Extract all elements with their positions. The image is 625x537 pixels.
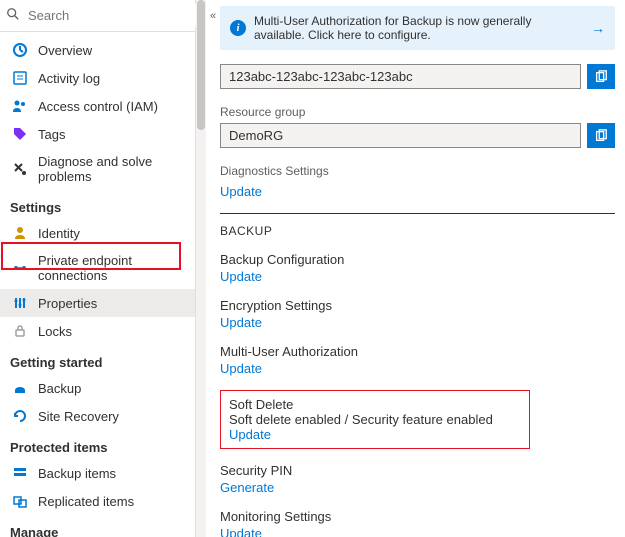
block-title: Backup Configuration [220, 252, 615, 267]
access-control-icon [12, 98, 28, 114]
sidebar-item-label: Identity [38, 226, 80, 241]
sidebar-item-label: Tags [38, 127, 65, 142]
properties-icon [12, 295, 28, 311]
sidebar-item-label: Locks [38, 324, 72, 339]
resource-id-value: 123abc-123abc-123abc-123abc [220, 64, 581, 89]
sidebar-item-diagnose[interactable]: Diagnose and solve problems [0, 148, 195, 190]
sidebar-item-label: Private endpoint connections [38, 253, 185, 283]
diagnose-icon [12, 161, 28, 177]
sidebar-item-site-recovery[interactable]: Site Recovery [0, 402, 195, 430]
sidebar-item-properties[interactable]: Properties [0, 289, 195, 317]
resource-group-label: Resource group [220, 105, 615, 119]
main-content: i Multi-User Authorization for Backup is… [206, 0, 625, 537]
copy-rg-button[interactable] [587, 123, 615, 148]
block-title: Encryption Settings [220, 298, 615, 313]
scrollbar-thumb[interactable] [197, 0, 205, 130]
sidebar-item-activity-log[interactable]: Activity log [0, 64, 195, 92]
encryption-update-link[interactable]: Update [220, 315, 262, 330]
search-row: « [0, 0, 195, 32]
sidebar-item-label: Backup items [38, 466, 116, 481]
sidebar-item-private-endpoint[interactable]: Private endpoint connections [0, 247, 195, 289]
backup-section-header: BACKUP [220, 224, 615, 238]
backup-configuration-update-link[interactable]: Update [220, 269, 262, 284]
copy-id-button[interactable] [587, 64, 615, 89]
search-icon [6, 7, 20, 24]
group-header-getting-started: Getting started [0, 345, 195, 374]
soft-delete-desc: Soft delete enabled / Security feature e… [229, 412, 493, 427]
info-icon: i [230, 20, 246, 36]
identity-icon [12, 225, 28, 241]
endpoint-icon [12, 260, 28, 276]
info-banner[interactable]: i Multi-User Authorization for Backup is… [220, 6, 615, 50]
diagnostics-update-link[interactable]: Update [220, 184, 262, 199]
resource-group-value: DemoRG [220, 123, 581, 148]
sidebar-item-replicated-items[interactable]: Replicated items [0, 487, 195, 515]
backup-configuration-block: Backup Configuration Update [220, 252, 615, 284]
sidebar-item-overview[interactable]: Overview [0, 36, 195, 64]
nav-list: Overview Activity log Access control (IA… [0, 32, 195, 537]
locks-icon [12, 323, 28, 339]
sidebar-item-label: Properties [38, 296, 97, 311]
overview-icon [12, 42, 28, 58]
sidebar-item-label: Replicated items [38, 494, 134, 509]
sidebar-scrollbar[interactable] [196, 0, 206, 537]
encryption-settings-block: Encryption Settings Update [220, 298, 615, 330]
sidebar-item-label: Backup [38, 381, 81, 396]
banner-text: Multi-User Authorization for Backup is n… [254, 14, 583, 42]
group-header-manage: Manage [0, 515, 195, 537]
sidebar-item-access-control[interactable]: Access control (IAM) [0, 92, 195, 120]
sidebar-item-tags[interactable]: Tags [0, 120, 195, 148]
section-divider [220, 213, 615, 214]
sidebar-item-label: Access control (IAM) [38, 99, 158, 114]
tags-icon [12, 126, 28, 142]
sidebar-item-backup-items[interactable]: Backup items [0, 459, 195, 487]
arrow-right-icon: → [591, 20, 605, 36]
sidebar-item-label: Diagnose and solve problems [38, 154, 185, 184]
copy-icon [594, 129, 608, 143]
diagnostics-settings-label: Diagnostics Settings [220, 164, 615, 178]
activity-log-icon [12, 70, 28, 86]
mua-update-link[interactable]: Update [220, 361, 262, 376]
sidebar-item-backup[interactable]: Backup [0, 374, 195, 402]
monitoring-settings-block: Monitoring Settings Update [220, 509, 615, 537]
block-title: Monitoring Settings [220, 509, 615, 524]
backup-icon [12, 380, 28, 396]
security-pin-generate-link[interactable]: Generate [220, 480, 274, 495]
sidebar-item-locks[interactable]: Locks [0, 317, 195, 345]
block-title: Multi-User Authorization [220, 344, 615, 359]
search-input[interactable] [26, 4, 206, 27]
block-title: Security PIN [220, 463, 615, 478]
sidebar-item-identity[interactable]: Identity [0, 219, 195, 247]
group-header-settings: Settings [0, 190, 195, 219]
soft-delete-block: Soft Delete Soft delete enabled / Securi… [220, 390, 530, 449]
site-recovery-icon [12, 408, 28, 424]
block-title: Soft Delete [229, 397, 521, 412]
group-header-protected-items: Protected items [0, 430, 195, 459]
copy-icon [594, 70, 608, 84]
sidebar-item-label: Activity log [38, 71, 100, 86]
soft-delete-update-link[interactable]: Update [229, 427, 271, 442]
multi-user-auth-block: Multi-User Authorization Update [220, 344, 615, 376]
monitoring-update-link[interactable]: Update [220, 526, 262, 537]
replicated-items-icon [12, 493, 28, 509]
sidebar-item-label: Site Recovery [38, 409, 119, 424]
collapse-sidebar-icon[interactable]: « [206, 8, 220, 24]
sidebar-item-label: Overview [38, 43, 92, 58]
backup-items-icon [12, 465, 28, 481]
sidebar: « Overview Activity log Access control (… [0, 0, 196, 537]
security-pin-block: Security PIN Generate [220, 463, 615, 495]
